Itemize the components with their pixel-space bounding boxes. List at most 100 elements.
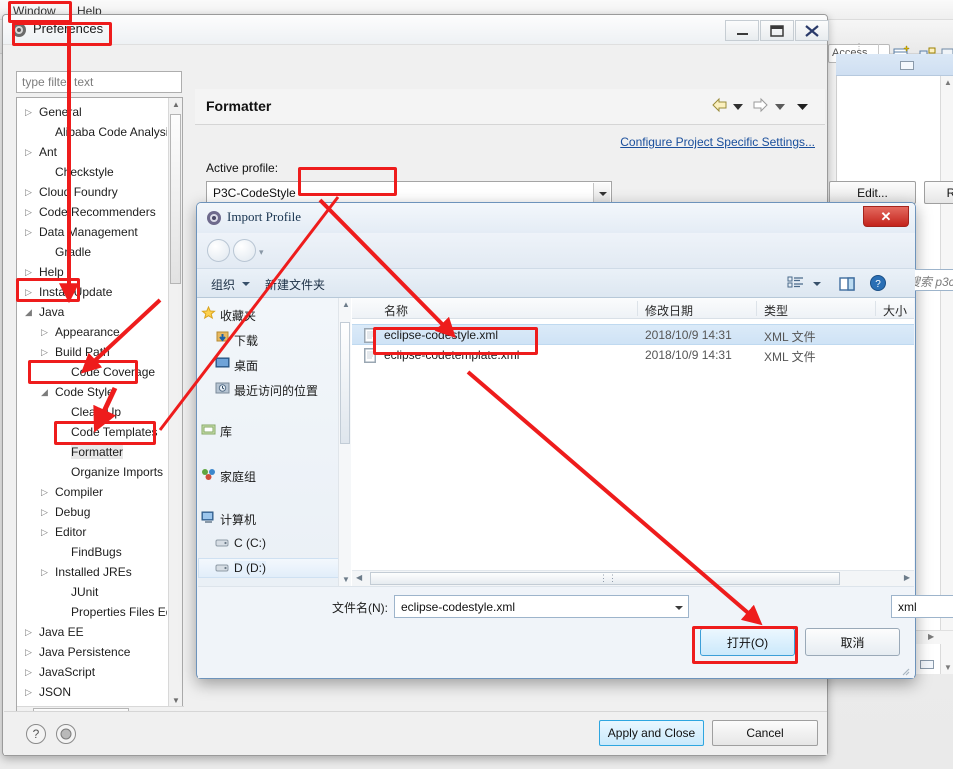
tree-item-java-persistence[interactable]: ▷ Java Persistence: [17, 642, 167, 662]
filetype-combo[interactable]: xml: [891, 595, 953, 618]
editor-minimize-bottom-icon[interactable]: [920, 660, 936, 672]
file-list-horizontal-scrollbar[interactable]: ◀ ⋮⋮ ▶: [352, 570, 914, 586]
active-profile-combo[interactable]: P3C-CodeStyle: [206, 181, 612, 204]
configure-project-specific-settings-link[interactable]: Configure Project Specific Settings...: [620, 135, 815, 149]
tree-scroll-up-arrow[interactable]: ▲: [172, 100, 180, 109]
organize-dropdown-icon[interactable]: [242, 282, 250, 290]
place-item-5[interactable]: 家庭组: [220, 468, 256, 485]
column-header-date[interactable]: 修改日期: [645, 302, 693, 319]
chevron-right-icon[interactable]: ▷: [41, 347, 48, 358]
tree-item-organize-imports[interactable]: Organize Imports: [17, 462, 167, 482]
tree-item-build-path[interactable]: ▷ Build Path: [17, 342, 167, 362]
places-scroll-down-arrow[interactable]: ▼: [342, 575, 350, 584]
tree-item-debug[interactable]: ▷ Debug: [17, 502, 167, 522]
place-item-4[interactable]: 库: [220, 423, 232, 440]
close-button[interactable]: [795, 20, 829, 41]
place-item-6[interactable]: 计算机: [220, 511, 256, 528]
import-dialog-close-icon[interactable]: ✕: [863, 206, 909, 227]
chevron-down-icon[interactable]: ◢: [25, 307, 32, 318]
active-profile-dropdown-arrow[interactable]: [593, 183, 610, 202]
chevron-right-icon[interactable]: ▷: [41, 527, 48, 538]
chevron-right-icon[interactable]: ▷: [41, 567, 48, 578]
chevron-right-icon[interactable]: ▷: [25, 627, 32, 638]
tree-item-formatter[interactable]: Formatter: [17, 442, 167, 462]
remove-profile-button[interactable]: Remove: [924, 181, 953, 204]
tree-item-java[interactable]: ◢ Java: [17, 302, 167, 322]
place-item-8[interactable]: D (D:): [234, 561, 266, 575]
column-header-name[interactable]: 名称: [384, 302, 408, 319]
tree-item-junit[interactable]: JUnit: [17, 582, 167, 602]
tree-scroll-down-arrow[interactable]: ▼: [172, 696, 180, 705]
minimize-editor-icon[interactable]: [900, 61, 914, 70]
import-cancel-button[interactable]: 取消: [805, 628, 900, 656]
chevron-right-icon[interactable]: ▷: [41, 487, 48, 498]
nav-forward-icon[interactable]: [233, 239, 256, 262]
scroll-right-arrow[interactable]: ▶: [928, 632, 934, 641]
column-header-type[interactable]: 类型: [764, 302, 788, 319]
chevron-right-icon[interactable]: ▷: [41, 327, 48, 338]
scroll-up-arrow[interactable]: ▲: [944, 78, 952, 87]
tree-item-json[interactable]: ▷ JSON: [17, 682, 167, 702]
back-arrow-icon[interactable]: [711, 97, 729, 116]
tree-item-javascript[interactable]: ▷ JavaScript: [17, 662, 167, 682]
new-folder-button[interactable]: 新建文件夹: [265, 276, 325, 293]
chevron-right-icon[interactable]: ▷: [25, 207, 32, 218]
tree-item-data-management[interactable]: ▷ Data Management: [17, 222, 167, 242]
tree-scroll-thumb[interactable]: [170, 114, 181, 284]
column-divider[interactable]: [756, 301, 757, 316]
place-item-3[interactable]: 最近访问的位置: [234, 382, 318, 399]
preview-pane-icon[interactable]: [838, 275, 856, 296]
tree-item-properties-files-editor[interactable]: Properties Files Editor: [17, 602, 167, 622]
column-header-size[interactable]: 大小: [883, 302, 907, 319]
cancel-button[interactable]: Cancel: [712, 720, 818, 746]
places-scroll-thumb[interactable]: [340, 322, 350, 444]
tree-item-clean-up[interactable]: Clean Up: [17, 402, 167, 422]
view-dropdown-icon[interactable]: [813, 282, 821, 290]
view-menu-icon[interactable]: [797, 100, 808, 114]
tree-item-general[interactable]: ▷ General: [17, 102, 167, 122]
chevron-right-icon[interactable]: ▷: [25, 107, 32, 118]
tree-item-code-coverage[interactable]: Code Coverage: [17, 362, 167, 382]
tree-item-java-ee[interactable]: ▷ Java EE: [17, 622, 167, 642]
chevron-right-icon[interactable]: ▷: [25, 267, 32, 278]
edit-profile-button[interactable]: Edit...: [829, 181, 916, 204]
chevron-right-icon[interactable]: ▷: [25, 147, 32, 158]
tree-item-code-recommenders[interactable]: ▷ Code Recommenders: [17, 202, 167, 222]
tree-item-findbugs[interactable]: FindBugs: [17, 542, 167, 562]
filename-input[interactable]: eclipse-codestyle.xml: [394, 595, 689, 618]
tree-item-help[interactable]: ▷ Help: [17, 262, 167, 282]
back-dropdown-icon[interactable]: [733, 100, 743, 114]
chevron-right-icon[interactable]: ▷: [25, 227, 32, 238]
chevron-right-icon[interactable]: ▷: [41, 507, 48, 518]
tree-item-installed-jres[interactable]: ▷ Installed JREs: [17, 562, 167, 582]
chevron-right-icon[interactable]: ▷: [25, 287, 32, 298]
scroll-down-arrow[interactable]: ▼: [944, 663, 952, 672]
place-item-0[interactable]: 收藏夹: [220, 307, 256, 324]
tree-item-ant[interactable]: ▷ Ant: [17, 142, 167, 162]
forward-arrow-icon[interactable]: [751, 97, 769, 116]
forward-dropdown-icon[interactable]: [775, 100, 785, 114]
tree-item-editor[interactable]: ▷ Editor: [17, 522, 167, 542]
filename-dropdown-icon[interactable]: [672, 600, 686, 615]
file-row[interactable]: eclipse-codestyle.xml 2018/10/9 14:31 XML …: [352, 324, 914, 345]
tree-item-cloud-foundry[interactable]: ▷ Cloud Foundry: [17, 182, 167, 202]
maximize-button[interactable]: [760, 20, 794, 41]
tree-item-checkstyle[interactable]: Checkstyle: [17, 162, 167, 182]
minimize-button[interactable]: [725, 20, 759, 41]
info-icon[interactable]: [56, 724, 76, 744]
places-scroll-up-arrow[interactable]: ▲: [342, 300, 350, 309]
file-scroll-right-arrow[interactable]: ▶: [904, 573, 910, 582]
column-divider[interactable]: [875, 301, 876, 316]
chevron-down-icon[interactable]: ◢: [41, 387, 48, 398]
places-vertical-scrollbar[interactable]: ▲ ▼: [338, 298, 351, 586]
chevron-right-icon[interactable]: ▷: [25, 687, 32, 698]
chevron-right-icon[interactable]: ▷: [25, 187, 32, 198]
filter-text-input[interactable]: type filter text: [16, 71, 182, 93]
nav-back-icon[interactable]: [207, 239, 230, 262]
tree-item-gradle[interactable]: Gradle: [17, 242, 167, 262]
file-hscroll-thumb[interactable]: ⋮⋮: [370, 572, 840, 585]
chevron-right-icon[interactable]: ▷: [25, 667, 32, 678]
view-layout-icon[interactable]: [787, 275, 805, 296]
editor-vertical-scrollbar[interactable]: ▲ ▼: [940, 76, 953, 674]
tree-item-appearance[interactable]: ▷ Appearance: [17, 322, 167, 342]
